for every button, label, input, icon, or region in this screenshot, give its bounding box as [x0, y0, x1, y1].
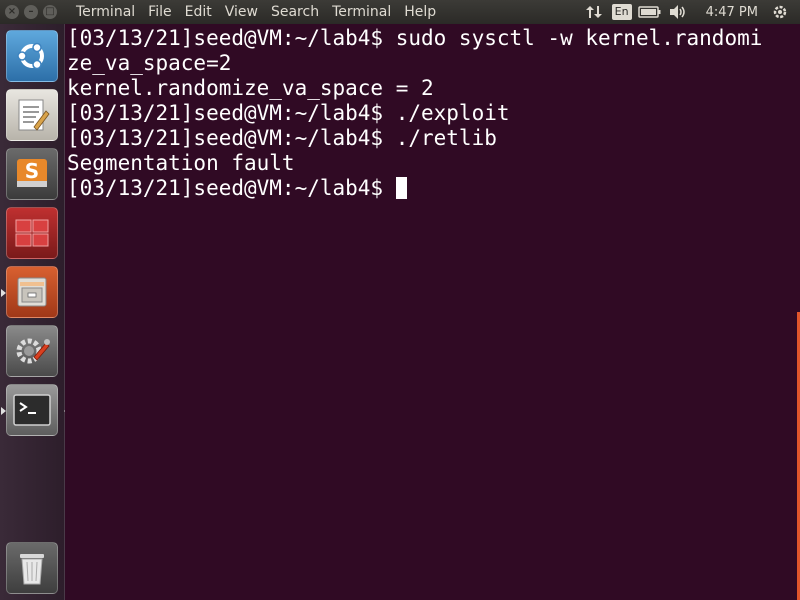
launcher-workspace-switcher[interactable]	[6, 207, 58, 259]
file-cabinet-icon	[17, 277, 47, 307]
sublime-text-icon: S	[17, 159, 47, 187]
menu-bar: Terminal File Edit View Search Terminal …	[71, 4, 444, 20]
app-name-menu[interactable]: Terminal	[71, 4, 143, 20]
terminal-view[interactable]: [03/13/21]seed@VM:~/lab4$ sudo sysctl -w…	[65, 24, 800, 600]
indicator-area: En 4:47 PM	[582, 0, 800, 24]
launcher-sublime-text[interactable]: S	[6, 148, 58, 200]
network-arrows-icon	[585, 6, 602, 18]
terminal-line: [03/13/21]seed@VM:~/lab4$ ./retlib	[67, 126, 497, 150]
terminal-line: [03/13/21]seed@VM:~/lab4$ sudo sysctl -w…	[67, 26, 763, 50]
terminal-line: ze_va_space=2	[67, 51, 232, 75]
window-controls: × – □	[0, 5, 71, 19]
launcher-trash[interactable]	[6, 542, 58, 594]
menu-search[interactable]: Search	[266, 4, 327, 20]
running-indicator	[1, 407, 6, 415]
settings-gear-wrench-icon	[16, 338, 50, 364]
terminal-line: [03/13/21]seed@VM:~/lab4$ ./exploit	[67, 101, 510, 125]
gear-icon	[773, 5, 787, 19]
sound-indicator[interactable]	[666, 0, 690, 24]
menu-edit[interactable]: Edit	[180, 4, 220, 20]
terminal-line: kernel.randomize_va_space = 2	[67, 76, 434, 100]
svg-text:S: S	[25, 159, 39, 183]
terminal-prompt: [03/13/21]seed@VM:~/lab4$	[67, 176, 396, 200]
menu-help[interactable]: Help	[399, 4, 444, 20]
terminal-icon	[13, 394, 51, 426]
keyboard-indicator[interactable]: En	[610, 0, 634, 24]
speaker-icon	[669, 5, 685, 19]
keyboard-lang-badge: En	[611, 4, 632, 20]
minimize-button[interactable]: –	[24, 5, 38, 19]
menu-view[interactable]: View	[220, 4, 266, 20]
launcher: S	[0, 24, 69, 600]
text-editor-icon	[18, 99, 50, 131]
launcher-text-editor[interactable]	[6, 89, 58, 141]
ubuntu-logo-icon	[17, 42, 44, 70]
terminal-line: Segmentation fault	[67, 151, 295, 175]
launcher-system-settings[interactable]	[6, 325, 58, 377]
launcher-file-manager[interactable]	[1, 266, 58, 318]
session-indicator[interactable]	[768, 0, 792, 24]
clock[interactable]: 4:47 PM	[694, 5, 764, 20]
launcher-dash-home[interactable]	[6, 30, 58, 82]
menu-file[interactable]: File	[143, 4, 179, 20]
network-indicator[interactable]	[582, 0, 606, 24]
terminal-prompt-line: [03/13/21]seed@VM:~/lab4$	[67, 176, 800, 201]
close-button[interactable]: ×	[5, 5, 19, 19]
running-indicator	[1, 289, 6, 297]
launcher-terminal[interactable]	[1, 384, 69, 436]
menu-terminal[interactable]: Terminal	[327, 4, 399, 20]
terminal-cursor	[395, 177, 407, 199]
top-panel: × – □ Terminal File Edit View Search Ter…	[0, 0, 800, 24]
trash-icon	[20, 554, 44, 585]
maximize-button[interactable]: □	[43, 5, 57, 19]
battery-indicator[interactable]	[637, 0, 662, 24]
workspace-switcher-icon	[15, 219, 49, 247]
battery-icon	[637, 6, 661, 18]
